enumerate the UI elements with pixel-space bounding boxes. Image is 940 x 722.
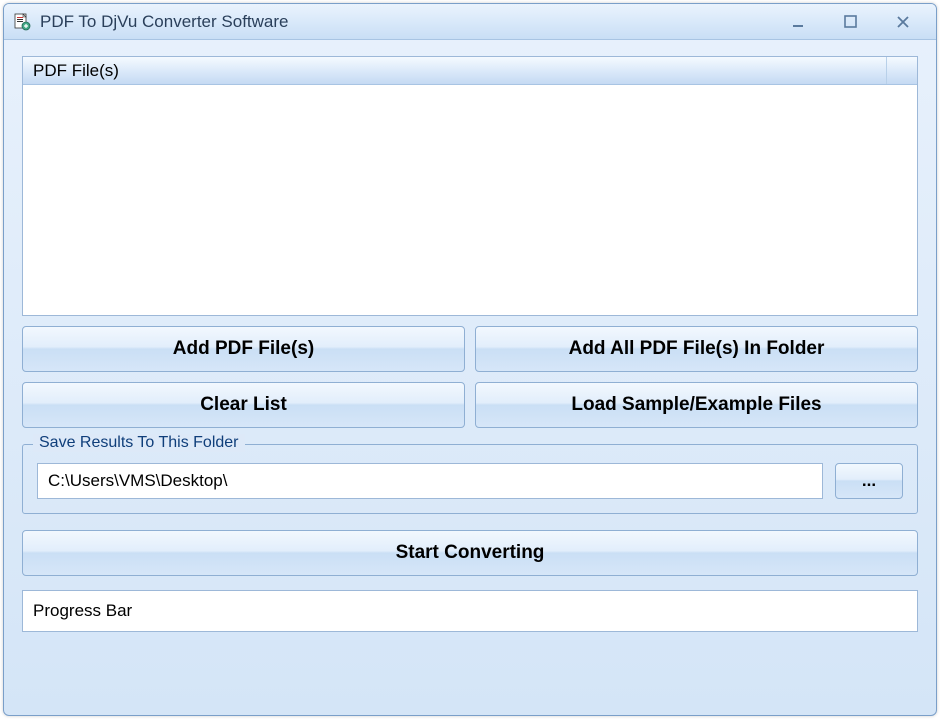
save-folder-row: ... xyxy=(37,463,903,499)
titlebar: PDF To DjVu Converter Software xyxy=(4,4,936,40)
app-window: PDF To DjVu Converter Software PDF File(… xyxy=(3,3,937,716)
window-title: PDF To DjVu Converter Software xyxy=(40,12,784,32)
button-row-1: Add PDF File(s) Add All PDF File(s) In F… xyxy=(22,326,918,372)
file-list-body[interactable] xyxy=(23,85,917,315)
close-button[interactable] xyxy=(888,12,918,32)
progress-bar-label: Progress Bar xyxy=(33,601,132,621)
maximize-button[interactable] xyxy=(836,12,866,32)
file-list-column-header[interactable]: PDF File(s) xyxy=(23,57,887,84)
file-list-header[interactable]: PDF File(s) xyxy=(23,57,917,85)
browse-button[interactable]: ... xyxy=(835,463,903,499)
app-icon xyxy=(12,12,32,32)
button-row-2: Clear List Load Sample/Example Files xyxy=(22,382,918,428)
minimize-button[interactable] xyxy=(784,12,814,32)
save-folder-legend: Save Results To This Folder xyxy=(33,434,245,452)
progress-bar-container: Progress Bar xyxy=(22,590,918,632)
add-all-folder-button[interactable]: Add All PDF File(s) In Folder xyxy=(475,326,918,372)
load-sample-button[interactable]: Load Sample/Example Files xyxy=(475,382,918,428)
save-folder-fieldset: Save Results To This Folder ... xyxy=(22,444,918,514)
clear-list-button[interactable]: Clear List xyxy=(22,382,465,428)
start-converting-button[interactable]: Start Converting xyxy=(22,530,918,576)
add-pdf-button[interactable]: Add PDF File(s) xyxy=(22,326,465,372)
content-area: PDF File(s) Add PDF File(s) Add All PDF … xyxy=(4,40,936,715)
file-list: PDF File(s) xyxy=(22,56,918,316)
window-controls xyxy=(784,12,918,32)
save-folder-input[interactable] xyxy=(37,463,823,499)
